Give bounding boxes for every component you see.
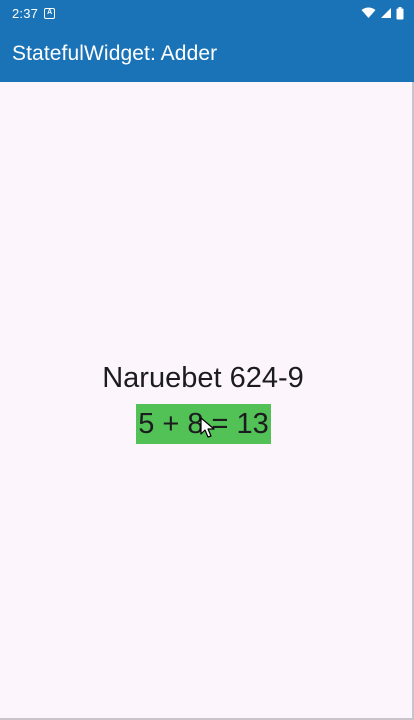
body-area: Naruebet 624-9 5 + 8 = 13 (0, 82, 412, 718)
app-bar: StatefulWidget: Adder (0, 26, 414, 82)
status-bar: 2:37 A (0, 0, 414, 26)
status-time: 2:37 (12, 5, 39, 21)
mouse-cursor-icon (200, 417, 215, 438)
status-icons (361, 6, 404, 20)
signal-icon (381, 8, 391, 18)
battery-icon (396, 6, 404, 19)
a-letter-icon: A (44, 7, 56, 19)
wifi-icon (361, 7, 376, 18)
app-bar-title: StatefulWidget: Adder (12, 42, 218, 65)
student-label: Naruebet 624-9 (102, 362, 304, 394)
phone-screen: 2:37 A StatefulWidget: Adder Naruebet 62… (0, 0, 414, 720)
